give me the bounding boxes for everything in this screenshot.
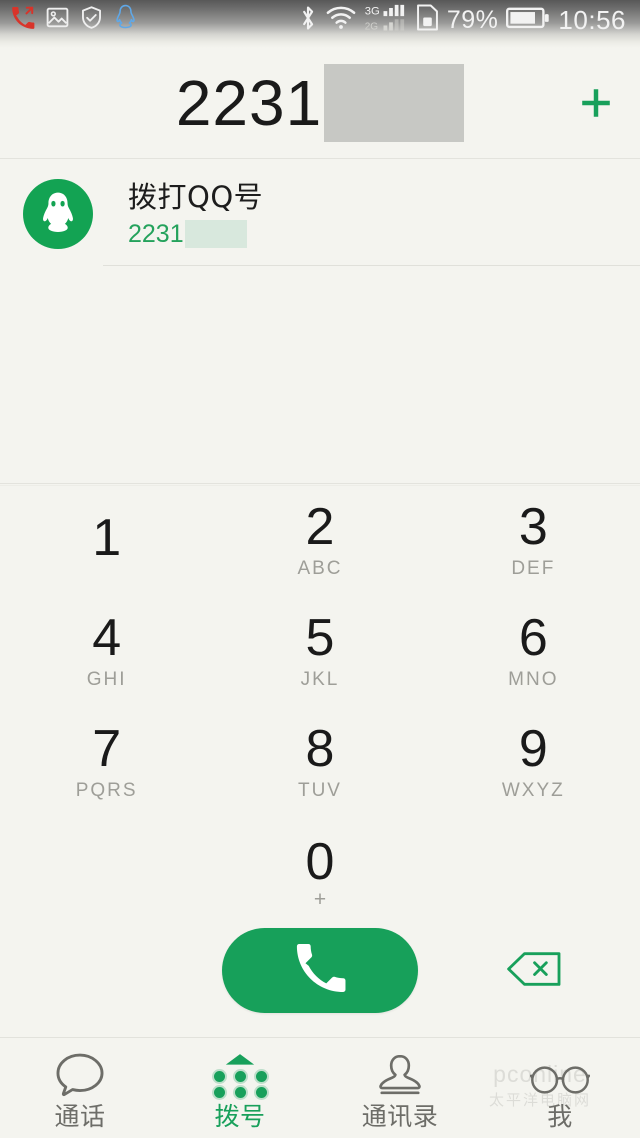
qq-suggestion-subtitle-row: 2231 [128,219,263,249]
nav-item-contacts[interactable]: 通讯录 [320,1038,480,1138]
dialed-number-wrap: 2231 [0,64,640,142]
svg-text:2G: 2G [365,21,379,32]
suggestion-underline [103,265,640,266]
clock-label: 10:56 [558,5,626,35]
nav-item-me[interactable]: 我 [480,1038,640,1138]
qq-suggestion-text: 拨打QQ号 2231 [128,179,263,249]
dialpad-key-9[interactable]: 9 WXYZ [427,706,640,817]
dialpad-key-4-letters: GHI [86,668,127,690]
dialpad-key-6[interactable]: 6 MNO [427,595,640,706]
backspace-icon [505,951,563,992]
sim-card-icon [416,4,439,36]
dialed-number-text: 2231 [175,67,323,139]
nav-item-calls-label: 通话 [54,1101,106,1131]
dialpad-key-6-letters: MNO [508,668,559,690]
dialpad-key-4[interactable]: 4 GHI [0,595,213,706]
nav-item-calls[interactable]: 通话 [0,1038,160,1138]
dialpad-row-2: 4 GHI 5 JKL 6 MNO [0,595,640,706]
nav-item-contacts-label: 通讯录 [361,1101,439,1131]
dialpad-key-7-letters: PQRS [75,779,138,801]
dialpad-icon [213,1050,267,1098]
qq-suggestion-title: 拨打QQ号 [128,180,264,214]
dialpad-key-9-digit: 9 [518,719,548,778]
dialpad-key-3-digit: 3 [518,497,548,556]
dialpad-key-7[interactable]: 7 PQRS [0,706,213,817]
status-bar-left-icons [10,3,138,37]
nav-item-me-label: 我 [547,1101,573,1131]
dialpad-row-4: 0 + [0,817,640,928]
dialpad-key-2-digit: 2 [305,497,335,556]
dialpad-key-0-digit: 0 [305,833,335,891]
dialpad-key-4-digit: 4 [92,608,122,667]
nav-item-dial-label: 拨号 [214,1101,266,1131]
dialpad-key-9-letters: WXYZ [501,779,565,801]
dialpad-key-6-digit: 6 [518,608,548,667]
dialpad-key-0[interactable]: 0 + [213,817,426,928]
shield-check-icon [79,5,104,35]
svg-text:3G: 3G [365,5,380,17]
dialpad-row-3: 7 PQRS 8 TUV 9 WXYZ [0,706,640,817]
dialpad-key-8-digit: 8 [305,719,335,778]
qq-penguin-icon [113,4,138,36]
call-button[interactable] [222,928,418,1013]
status-bar-right-icons: 3G 2G 79% 10:56 [298,3,630,37]
dialpad-row-1: 1 2 ABC 3 DEF [0,484,640,595]
dialpad-key-2[interactable]: 2 ABC [213,484,426,595]
battery-icon [506,6,550,35]
dialpad-key-0-plus: + [313,888,327,911]
dialpad-key-8-letters: TUV [297,779,342,801]
qq-penguin-avatar [23,179,93,249]
battery-percent-label: 79% [446,6,499,34]
dialpad-key-5-letters: JKL [300,668,340,690]
wifi-icon [326,5,356,35]
dialpad-key-3[interactable]: 3 DEF [427,484,640,595]
status-bar: 3G 2G 79% 10:56 [0,0,640,48]
person-icon [377,1050,423,1098]
dialpad-key-7-digit: 7 [92,719,122,778]
missed-call-icon [10,5,36,36]
glasses-icon [530,1050,590,1098]
qq-suggestion-redaction [184,220,247,248]
dialpad-key-1-digit: 1 [92,508,122,567]
delete-button[interactable] [505,951,563,992]
nav-item-dial[interactable]: 拨号 [160,1038,320,1138]
bottom-navigation: 通话 拨号 通讯录 我 [0,1037,640,1138]
qq-dial-suggestion-row[interactable]: 拨打QQ号 2231 [0,159,640,269]
dialpad-key-5[interactable]: 5 JKL [213,595,426,706]
dialed-number-display[interactable]: 2231 [0,48,640,158]
add-contact-button[interactable] [566,73,626,133]
bluetooth-icon [298,4,318,37]
dialpad-key-5-digit: 5 [305,608,335,667]
dialpad-key-hash-placeholder [427,817,640,928]
dialpad-key-1[interactable]: 1 [0,484,213,595]
dialpad-key-8[interactable]: 8 TUV [213,706,426,817]
qq-suggestion-subtitle: 2231 [128,220,184,248]
dialpad-key-star-placeholder [0,817,213,928]
speech-bubble-icon [55,1050,105,1098]
dialpad-key-3-letters: DEF [511,557,556,579]
dialpad-key-2-letters: ABC [297,557,343,579]
dialed-number-redaction [324,64,465,142]
phone-handset-icon [294,942,346,999]
screenshot-image-icon [45,5,70,35]
dual-signal-icon: 3G 2G [364,3,408,38]
